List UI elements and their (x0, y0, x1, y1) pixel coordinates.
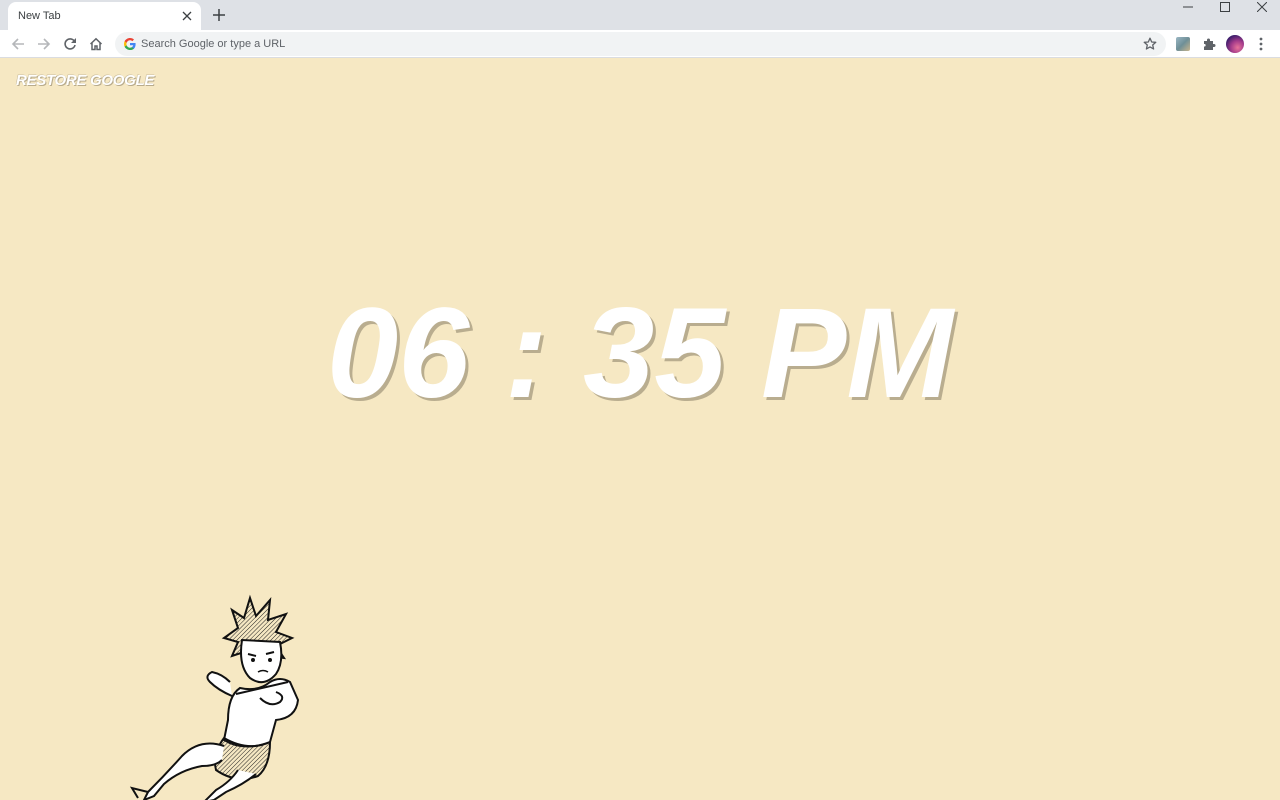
extensions-menu-button[interactable] (1198, 33, 1220, 55)
bookmark-button[interactable] (1140, 34, 1160, 54)
close-window-button[interactable] (1243, 0, 1280, 14)
browser-toolbar (0, 30, 1280, 58)
clock-meridiem: PM (761, 282, 954, 425)
new-tab-page: RESTORE GOOGLE 06 : 35 PM (0, 58, 1280, 800)
clock-separator: : (504, 282, 548, 425)
extension-button[interactable] (1172, 33, 1194, 55)
reload-icon (64, 38, 76, 50)
home-button[interactable] (85, 33, 107, 55)
puzzle-icon (1204, 38, 1216, 50)
home-icon (89, 37, 103, 51)
google-g-icon (124, 38, 136, 50)
kebab-menu-icon (1259, 37, 1263, 51)
new-tab-button[interactable] (209, 5, 229, 25)
minimize-button[interactable] (1169, 0, 1206, 14)
address-input[interactable] (141, 32, 1131, 56)
avatar (1226, 35, 1244, 53)
profile-button[interactable] (1224, 33, 1246, 55)
close-icon (1256, 2, 1267, 12)
tab-strip: New Tab (0, 0, 1280, 30)
omnibox[interactable] (115, 32, 1166, 56)
back-arrow-icon (11, 38, 24, 50)
forward-button[interactable] (33, 33, 55, 55)
maximize-icon (1219, 2, 1230, 12)
clock-hours: 06 (326, 282, 470, 425)
tab-new-tab[interactable]: New Tab (8, 2, 201, 30)
maximize-button[interactable] (1206, 0, 1243, 14)
restore-google-link[interactable]: RESTORE GOOGLE (16, 72, 154, 89)
anime-boy-illustration (129, 594, 300, 800)
menu-button[interactable] (1250, 33, 1272, 55)
minimize-icon (1182, 6, 1193, 8)
clock-minutes: 35 (583, 282, 726, 425)
plus-icon (213, 9, 225, 21)
tab-title: New Tab (18, 10, 61, 22)
back-button[interactable] (7, 33, 29, 55)
reload-button[interactable] (59, 33, 81, 55)
forward-arrow-icon (38, 38, 51, 50)
tab-close-icon[interactable] (179, 8, 195, 24)
clock-display: 06 : 35 PM (0, 290, 1280, 418)
star-icon (1143, 37, 1157, 50)
window-controls (1169, 0, 1280, 14)
extension-thumbnail-icon (1176, 37, 1190, 51)
